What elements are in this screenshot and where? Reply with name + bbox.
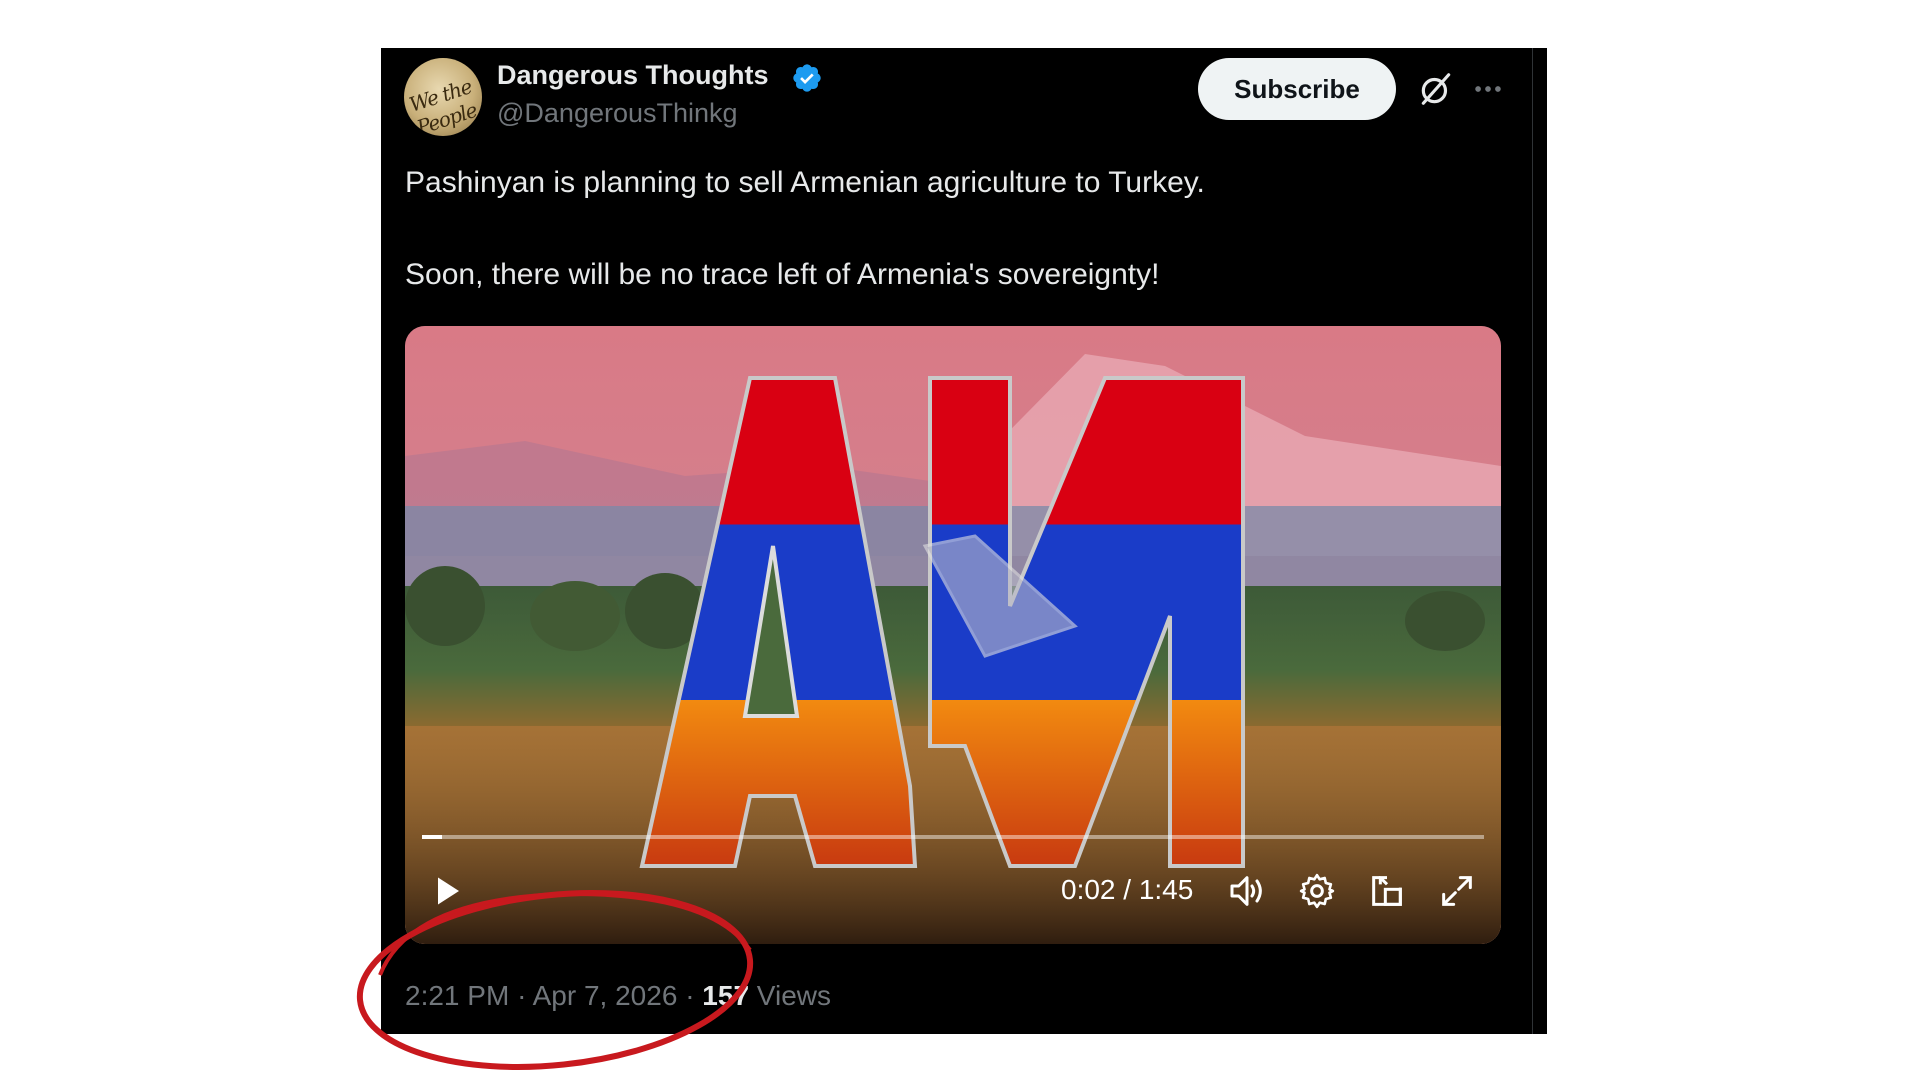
meta-separator: · [685,980,695,1011]
tweet-time[interactable]: 2:21 PM [405,980,509,1011]
views-label: Views [756,980,831,1011]
tweet-card: We the People Dangerous Thoughts @Danger… [381,48,1547,1034]
volume-icon[interactable] [1227,871,1267,911]
card-divider [1532,48,1533,1034]
page: We the People Dangerous Thoughts @Danger… [0,0,1920,1080]
fullscreen-icon[interactable] [1437,871,1477,911]
avatar-image-text: We the People [406,74,480,136]
tweet-timestamp-line: 2:21 PM · Apr 7, 2026 · 157 Views [405,980,831,1012]
dock-icon[interactable] [1367,871,1407,911]
subscribe-button[interactable]: Subscribe [1198,58,1396,120]
video-time: 0:02 / 1:45 [1061,874,1194,905]
grok-icon[interactable] [1417,70,1455,108]
verified-badge-icon [793,64,821,92]
tweet-date[interactable]: Apr 7, 2026 [533,980,678,1011]
views-count: 157 [702,980,750,1011]
play-icon[interactable] [429,871,465,911]
video-player[interactable]: 0:02 / 1:45 [405,326,1501,944]
author-name[interactable]: Dangerous Thoughts [497,60,769,91]
avatar[interactable]: We the People [404,58,482,136]
tweet-text-line-1: Pashinyan is planning to sell Armenian a… [405,166,1205,199]
video-progress-bar[interactable] [422,835,1484,839]
more-icon[interactable] [1471,72,1505,106]
tweet-text-line-2: Soon, there will be no trace left of Arm… [405,258,1160,291]
meta-separator: · [517,980,527,1011]
video-progress-fill [422,835,443,839]
gear-icon[interactable] [1297,871,1337,911]
author-handle[interactable]: @DangerousThinkg [497,98,738,129]
video-frame [405,326,1501,944]
